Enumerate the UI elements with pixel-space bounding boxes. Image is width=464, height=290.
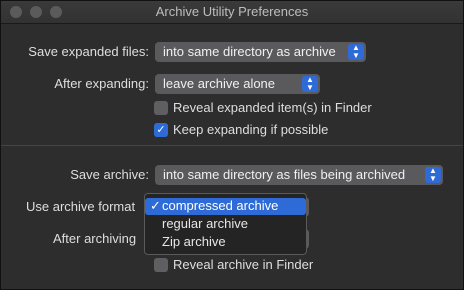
- menu-item-label: compressed archive: [162, 198, 279, 213]
- menu-item-label: Zip archive: [162, 234, 226, 249]
- after-expanding-popup[interactable]: leave archive alone ▲ ▼: [155, 74, 320, 94]
- reveal-archive-checkbox[interactable]: [154, 258, 168, 272]
- section-divider: [1, 145, 463, 146]
- keep-expanding-label: Keep expanding if possible: [173, 122, 329, 137]
- menu-item-compressed-archive[interactable]: ✓ compressed archive: [145, 198, 306, 215]
- after-expanding-value: leave archive alone: [163, 76, 276, 91]
- reveal-expanded-label: Reveal expanded item(s) in Finder: [173, 100, 372, 115]
- save-archive-value: into same directory as files being archi…: [163, 167, 406, 182]
- after-expanding-label: After expanding:: [54, 76, 149, 91]
- archive-format-label: Use archive format: [26, 199, 136, 214]
- save-archive-label: Save archive:: [70, 167, 149, 182]
- menu-item-label: regular archive: [162, 216, 248, 231]
- keep-expanding-checkbox[interactable]: ✓: [154, 123, 168, 137]
- save-expanded-files-value: into same directory as archive: [163, 44, 336, 59]
- title-bar: Archive Utility Preferences: [1, 1, 463, 24]
- reveal-expanded-checkbox[interactable]: [154, 101, 168, 115]
- checkmark-icon: ✓: [150, 198, 161, 213]
- save-archive-popup[interactable]: into same directory as files being archi…: [155, 165, 443, 185]
- preferences-window: Archive Utility Preferences Save expande…: [0, 0, 464, 290]
- reveal-archive-label: Reveal archive in Finder: [173, 257, 314, 272]
- save-expanded-files-popup[interactable]: into same directory as archive ▲ ▼: [155, 42, 366, 62]
- archive-format-menu: ✓ compressed archive regular archive Zip…: [144, 193, 307, 255]
- popup-arrows-icon: ▲ ▼: [302, 76, 318, 92]
- window-title: Archive Utility Preferences: [155, 4, 309, 19]
- menu-item-zip-archive[interactable]: Zip archive: [145, 234, 306, 251]
- popup-arrows-icon: ▲ ▼: [425, 167, 441, 183]
- popup-arrows-icon: ▲ ▼: [348, 44, 364, 60]
- menu-item-regular-archive[interactable]: regular archive: [145, 216, 306, 233]
- save-expanded-files-label: Save expanded files:: [28, 44, 149, 59]
- after-archiving-label: After archiving: [53, 231, 137, 246]
